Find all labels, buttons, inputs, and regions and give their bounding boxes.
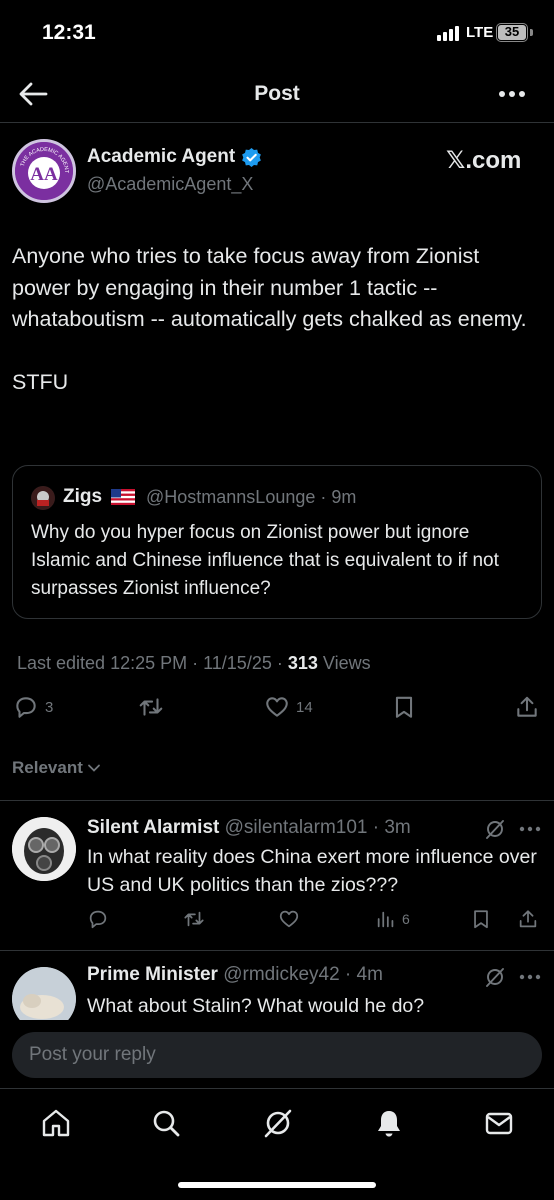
reply-icon (89, 910, 107, 929)
reply-views-button[interactable]: 6 (375, 908, 410, 930)
author-handle[interactable]: @AcademicAgent_X (87, 174, 253, 195)
author-name-row[interactable]: Academic Agent (87, 146, 262, 168)
more-options-button[interactable] (496, 82, 528, 106)
battery-level: 35 (498, 25, 526, 40)
quote-text: Why do you hyper focus on Zionist power … (31, 522, 499, 599)
repost-icon (139, 698, 163, 716)
sort-replies-button[interactable]: Relevant (12, 758, 101, 778)
status-bar: 12:31 LTE 35 (0, 0, 554, 66)
author-name[interactable]: Academic Agent (87, 146, 235, 168)
grok-icon[interactable] (484, 966, 506, 988)
like-count: 14 (296, 698, 313, 716)
top-header: Post (0, 66, 554, 122)
brand-label: 𝕏.com (446, 147, 522, 174)
views-icon (377, 911, 394, 928)
verified-icon (242, 147, 262, 167)
search-icon[interactable] (150, 1107, 182, 1139)
grok-icon[interactable] (484, 818, 506, 840)
status-time: 12:31 (42, 21, 96, 44)
quoted-post[interactable]: Zigs @HostmannsLounge · 9m Why do you hy… (12, 465, 542, 619)
reply-header: Prime Minister @rmdickey42 · 4m (87, 964, 383, 986)
dog-avatar-image (12, 967, 76, 1020)
quote-avatar-image (31, 486, 55, 510)
reply-share-button[interactable] (517, 908, 539, 930)
reply-author-handle[interactable]: @silentalarm101 · 3m (225, 817, 411, 838)
notifications-icon[interactable] (373, 1107, 405, 1139)
reply-button[interactable]: 3 (13, 694, 53, 720)
reply-icon (16, 697, 36, 718)
reply-author-name[interactable]: Prime Minister (87, 964, 218, 985)
reply-like-button[interactable] (278, 908, 300, 930)
share-button[interactable] (514, 694, 540, 720)
bookmark-icon (395, 696, 413, 718)
grok-icon[interactable] (262, 1107, 294, 1139)
header-divider (0, 122, 554, 123)
reply-composer[interactable] (12, 1032, 542, 1078)
us-flag-icon (111, 489, 135, 505)
messages-icon[interactable] (483, 1107, 515, 1139)
like-button[interactable]: 14 (264, 694, 313, 720)
bookmark-icon (474, 910, 488, 929)
academic-agent-logo: AA THE ACADEMIC AGENT (15, 142, 73, 200)
reply-avatar[interactable] (12, 817, 76, 881)
views-count: 313 (287, 653, 318, 673)
more-icon (499, 91, 525, 97)
reply-header: Silent Alarmist @silentalarm101 · 3m (87, 817, 411, 839)
home-icon[interactable] (40, 1107, 72, 1139)
reply-text: What about Stalin? What would he do? (87, 995, 425, 1017)
battery-tip (530, 29, 533, 36)
reply-reply-button[interactable] (87, 908, 109, 930)
author-avatar[interactable]: AA THE ACADEMIC AGENT (12, 139, 76, 203)
reply-avatar[interactable] (12, 967, 76, 1020)
reply-item[interactable]: Prime Minister @rmdickey42 · 4m What abo… (0, 950, 554, 1020)
gas-mask-avatar-image (12, 817, 76, 881)
share-icon (519, 910, 537, 928)
reply-bookmark-button[interactable] (470, 908, 492, 930)
post-text: Anyone who tries to take focus away from… (12, 244, 527, 394)
edited-timestamp[interactable]: Last edited 12:25 PM · 11/15/25 · (17, 653, 288, 673)
like-icon (279, 910, 299, 928)
svg-text:AA: AA (30, 164, 58, 185)
home-indicator (178, 1182, 376, 1188)
bookmark-button[interactable] (391, 694, 417, 720)
quote-avatar (31, 486, 55, 510)
chevron-down-icon (87, 764, 100, 772)
like-icon (266, 697, 288, 717)
sort-label: Relevant (12, 758, 83, 777)
reply-input[interactable] (12, 1032, 542, 1078)
reply-views-count: 6 (402, 911, 410, 927)
share-icon (517, 696, 537, 717)
reply-count: 3 (45, 698, 54, 716)
more-icon[interactable] (518, 824, 542, 834)
quote-author-name: Zigs (63, 486, 103, 507)
repost-button[interactable] (138, 694, 170, 720)
signal-icon (437, 26, 459, 41)
page-title: Post (254, 82, 300, 105)
repost-icon (184, 911, 204, 927)
network-label: LTE (466, 24, 494, 41)
post-actions: 3 14 (0, 694, 554, 730)
reply-repost-button[interactable] (183, 908, 205, 930)
reply-text: In what reality does China exert more in… (87, 846, 537, 896)
quote-author-handle: @HostmannsLounge · 9m (146, 487, 357, 507)
reply-item[interactable]: Silent Alarmist @silentalarm101 · 3m In … (0, 800, 554, 950)
more-icon[interactable] (518, 972, 542, 982)
reply-author-handle[interactable]: @rmdickey42 · 4m (223, 964, 383, 985)
post-meta: Last edited 12:25 PM · 11/15/25 · 313 Vi… (17, 653, 371, 674)
views-label: Views (317, 653, 371, 673)
battery-icon: 35 (496, 23, 528, 42)
reply-author-name[interactable]: Silent Alarmist (87, 817, 219, 838)
